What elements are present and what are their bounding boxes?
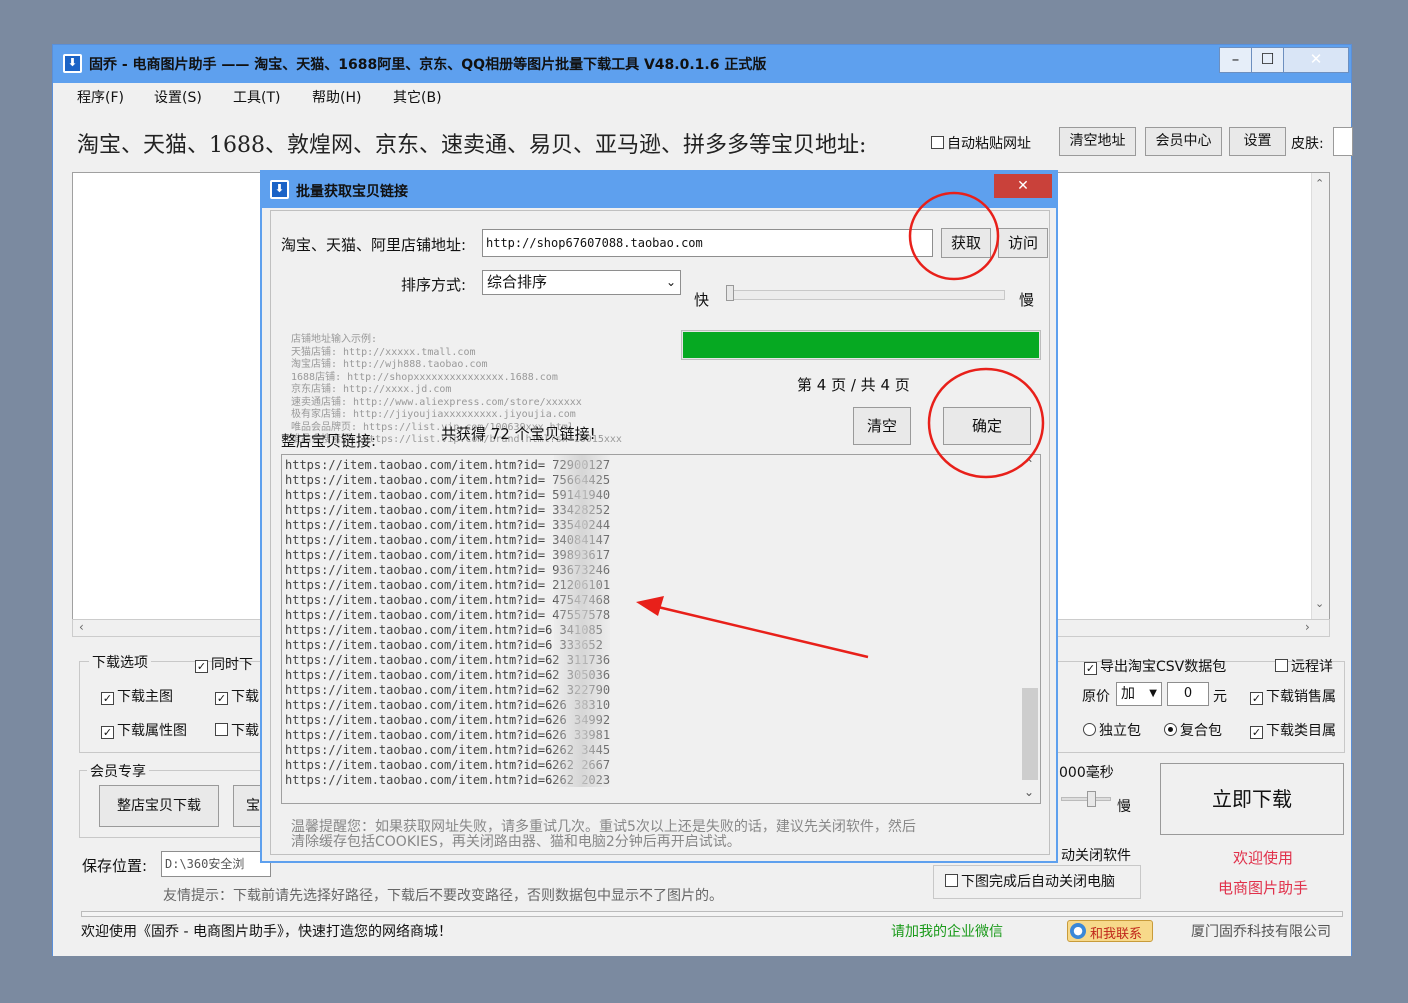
ok-highlight-circle — [927, 367, 1045, 479]
annotation-overlay — [636, 191, 1045, 659]
annotation-arrow-head — [636, 596, 664, 616]
fetch-highlight-circle — [908, 191, 1000, 281]
annotation-arrow-line — [657, 605, 869, 659]
